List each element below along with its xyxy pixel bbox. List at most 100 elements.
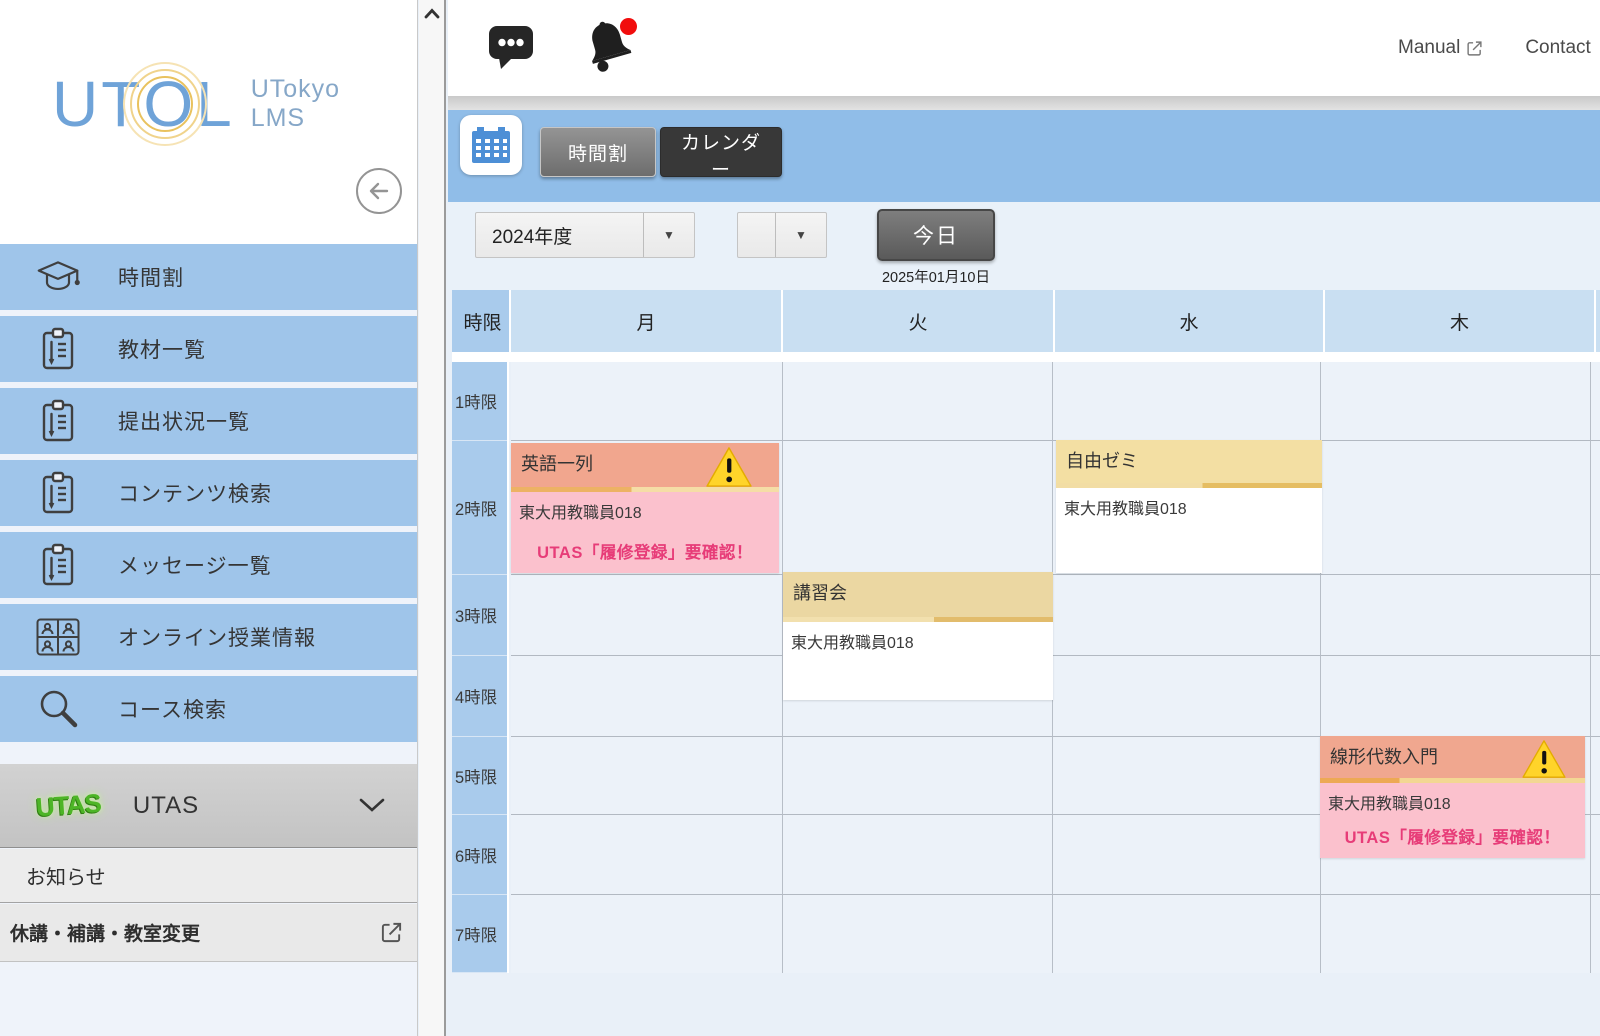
chat-icon[interactable]	[488, 25, 535, 70]
sidebar-item-label: コース検索	[118, 694, 227, 724]
tab-calendar[interactable]: カレンダー	[660, 127, 782, 177]
current-date: 2025年01月10日	[877, 266, 995, 287]
period-label-5: 5時限	[452, 737, 507, 815]
period-label-1: 1時限	[452, 362, 507, 441]
event-body: 東大用教職員018 UTAS「履修登録」要確認！	[511, 492, 779, 573]
day-header-thursday: 木	[1325, 290, 1594, 352]
period-column-header: 時限	[452, 290, 509, 352]
year-select[interactable]: 2024年度 ▼	[475, 212, 695, 258]
event-title: 英語一列	[521, 454, 593, 474]
event-title: 自由ゼミ	[1066, 451, 1138, 471]
sidebar-item-label: 時間割	[118, 262, 184, 292]
event-header: 自由ゼミ	[1056, 440, 1322, 483]
event-instructor: 東大用教職員018	[783, 622, 1053, 653]
event-title: 線形代数入門	[1330, 747, 1438, 767]
calendar-icon-button[interactable]	[460, 115, 522, 175]
notification-bell-icon[interactable]	[580, 16, 638, 72]
period-label-7: 7時限	[452, 895, 507, 973]
clipboard-icon	[36, 471, 80, 515]
utol-logo-subtitle: UTokyoLMS	[251, 75, 340, 133]
event-workshop[interactable]: 講習会 東大用教職員018	[783, 572, 1053, 700]
logo-block: UTOL UTokyoLMS	[0, 0, 417, 244]
sidebar-item-messages[interactable]: メッセージ一覧	[0, 532, 417, 598]
online-class-icon	[36, 618, 80, 656]
sidebar-menu: 時間割 教材一覧 提出状況一覧 コンテンツ検索	[0, 244, 417, 748]
term-select[interactable]: ▼	[737, 212, 827, 258]
utol-logo[interactable]: UTOL UTokyoLMS	[52, 72, 340, 136]
period-labels: 1時限 2時限 3時限 4時限 5時限 6時限 7時限	[452, 362, 509, 973]
period-label-6: 6時限	[452, 815, 507, 895]
topbar-links: Manual Contact	[1398, 0, 1591, 96]
search-icon	[36, 687, 80, 731]
period-label-2: 2時限	[452, 441, 507, 575]
event-title: 講習会	[793, 583, 847, 603]
caret-down-icon: ▼	[776, 228, 826, 242]
event-instructor: 東大用教職員018	[511, 492, 779, 523]
event-instructor: 東大用教職員018	[1056, 488, 1322, 519]
day-header-friday-clipped	[1596, 290, 1600, 352]
contact-label: Contact	[1525, 37, 1590, 59]
sidebar-item-timetable[interactable]: 時間割	[0, 244, 417, 310]
event-header: 講習会	[783, 572, 1053, 617]
period-label-4: 4時限	[452, 656, 507, 737]
sidebar-item-online-class[interactable]: オンライン授業情報	[0, 604, 417, 670]
day-header-tuesday: 火	[783, 290, 1053, 352]
sidebar-scrollbar[interactable]	[419, 0, 446, 1036]
sidebar-item-label: コンテンツ検索	[118, 478, 272, 508]
chevron-down-icon	[359, 798, 385, 813]
today-group: 今日 2025年01月10日	[877, 209, 995, 287]
topbar: Manual Contact	[448, 0, 1600, 96]
sidebar-item-label: 教材一覧	[118, 334, 206, 364]
day-header-monday: 月	[511, 290, 781, 352]
sidebar-utas-section[interactable]: UTAS UTAS	[0, 764, 417, 848]
event-header: 英語一列	[511, 443, 779, 487]
warning-icon	[1521, 739, 1567, 779]
sidebar-item-notices[interactable]: お知らせ	[0, 849, 417, 903]
view-toolbar: 時間割 カレンダー	[448, 110, 1600, 202]
year-select-value: 2024年度	[476, 222, 643, 249]
utas-logo-icon: UTAS	[35, 788, 102, 823]
notices-label: お知らせ	[26, 861, 106, 890]
sidebar: UTOL UTokyoLMS 時間割 教材一覧	[0, 0, 418, 1036]
sidebar-item-label: オンライン授業情報	[118, 622, 316, 652]
external-link-icon	[380, 921, 403, 944]
utas-section-label: UTAS	[133, 792, 199, 820]
warning-icon	[705, 446, 753, 488]
event-header: 線形代数入門	[1320, 736, 1585, 778]
sidebar-item-label: 提出状況一覧	[118, 406, 250, 436]
sidebar-collapse-button[interactable]	[356, 168, 402, 214]
sidebar-item-submissions[interactable]: 提出状況一覧	[0, 388, 417, 454]
controls-row: 2024年度 ▼ ▼ 今日 2025年01月10日	[448, 202, 1600, 290]
utol-lms-page: UTOL UTokyoLMS 時間割 教材一覧	[0, 0, 1600, 1036]
caret-down-icon: ▼	[644, 228, 694, 242]
tab-timetable[interactable]: 時間割	[540, 127, 656, 177]
event-free-seminar[interactable]: 自由ゼミ 東大用教職員018	[1056, 440, 1322, 573]
utol-logo-text: UTOL	[52, 72, 235, 136]
timetable-header: 時限 月 火 水 木	[452, 290, 1600, 362]
external-link-icon	[1466, 40, 1483, 57]
clipboard-icon	[36, 399, 80, 443]
event-body: 東大用教職員018	[1056, 488, 1322, 573]
arrow-left-icon	[367, 179, 391, 203]
event-linear-algebra[interactable]: 線形代数入門 東大用教職員018 UTAS「履修登録」要確認！	[1320, 736, 1585, 858]
event-body: 東大用教職員018	[783, 622, 1053, 700]
scroll-up-icon[interactable]	[424, 8, 440, 19]
event-instructor: 東大用教職員018	[1320, 783, 1585, 814]
contact-link[interactable]: Contact	[1525, 37, 1590, 59]
sidebar-item-class-changes[interactable]: 休講・補講・教室変更	[0, 904, 417, 962]
sidebar-item-label: メッセージ一覧	[118, 550, 272, 580]
clipboard-icon	[36, 543, 80, 587]
event-english-course[interactable]: 英語一列 東大用教職員018 UTAS「履修登録」要確認！	[511, 443, 779, 573]
sidebar-item-materials[interactable]: 教材一覧	[0, 316, 417, 382]
graduation-cap-icon	[36, 257, 80, 297]
event-warning-text: UTAS「履修登録」要確認！	[1320, 824, 1585, 848]
day-header-wednesday: 水	[1055, 290, 1323, 352]
manual-link[interactable]: Manual	[1398, 37, 1483, 59]
period-label-3: 3時限	[452, 575, 507, 656]
today-button[interactable]: 今日	[877, 209, 995, 261]
sidebar-item-content-search[interactable]: コンテンツ検索	[0, 460, 417, 526]
topbar-shadow	[448, 96, 1600, 110]
sidebar-item-course-search[interactable]: コース検索	[0, 676, 417, 742]
event-warning-text: UTAS「履修登録」要確認！	[511, 539, 779, 563]
notification-badge	[620, 18, 637, 35]
